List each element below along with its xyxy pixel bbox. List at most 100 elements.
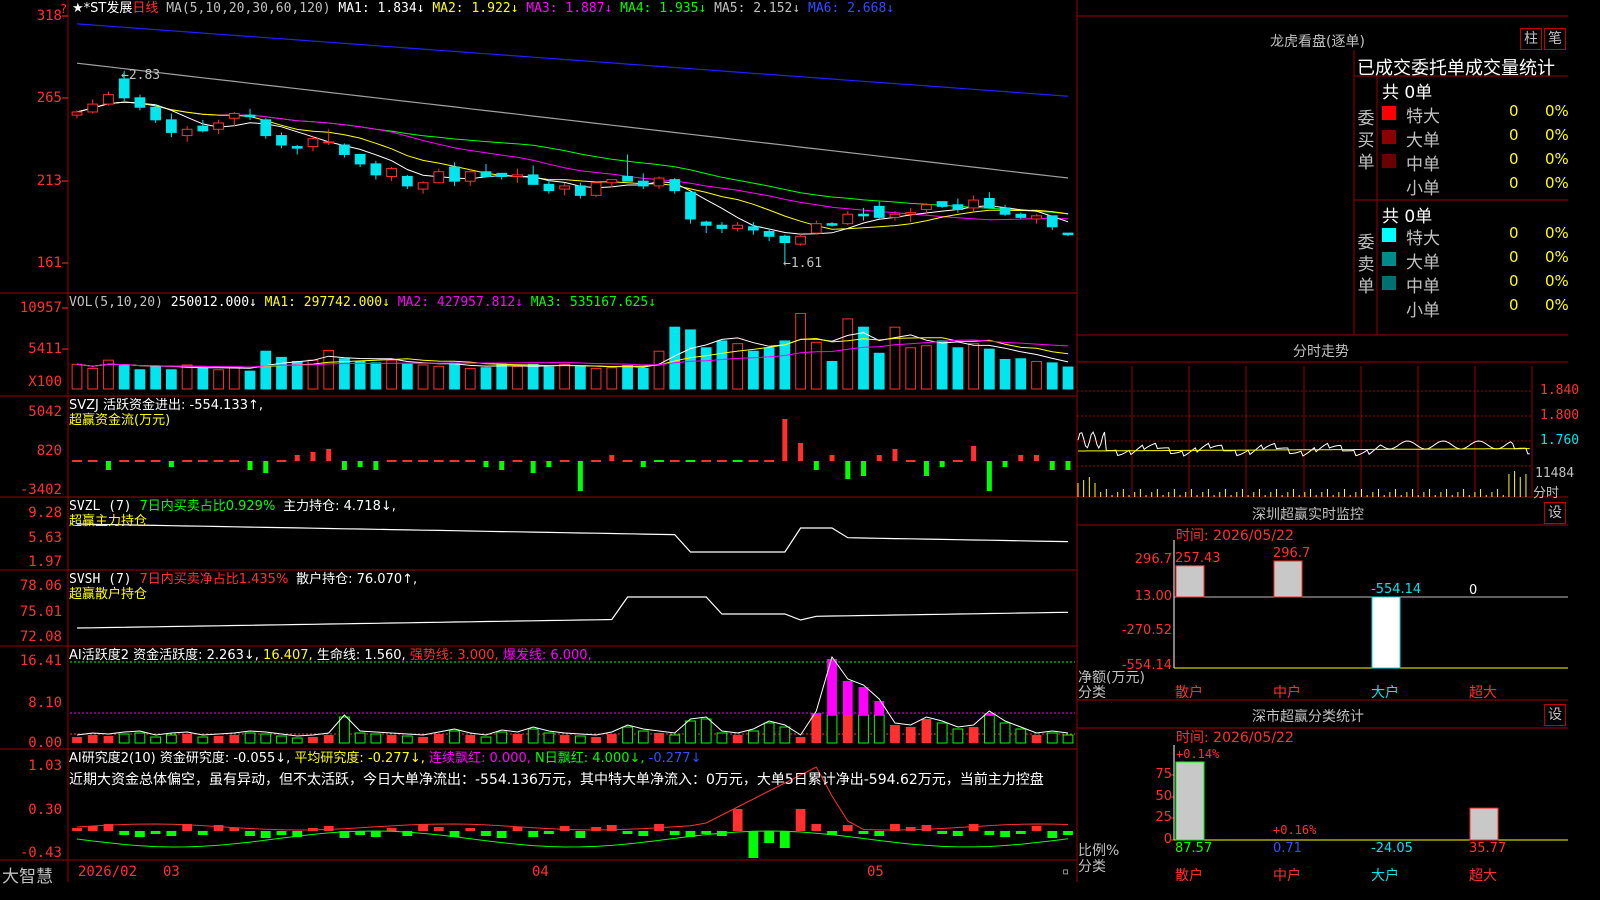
sz-monitor-settings-button[interactable]: 设 (1544, 502, 1566, 524)
volume-bar-up (213, 369, 224, 390)
research-bar (638, 831, 649, 836)
volume-bar-down (134, 369, 146, 390)
candle-down (354, 153, 366, 165)
candle-up (213, 122, 224, 130)
candle-down (134, 97, 146, 108)
svzl-axis-label: 9.28 (28, 505, 62, 521)
activity-bar-down (197, 736, 209, 744)
buy-row-3-label: 小单 (1406, 179, 1440, 199)
volume-bar-down (716, 340, 728, 390)
volume-bar-up (433, 365, 445, 390)
candle-up (417, 182, 429, 190)
sz-monitor-axis-label: 296.7 (1134, 552, 1172, 567)
volume-bar-up (905, 347, 917, 390)
sz-monitor-title: 深圳超赢实时监控 (1252, 507, 1364, 523)
price-axis-label: 265 (36, 90, 62, 106)
buy-row-1-label: 大单 (1406, 131, 1440, 151)
ai-research-b: 资金研究度: -0.055↓, (159, 751, 291, 766)
volume-bar-up (71, 363, 83, 390)
svzj-axis-label: -3402 (19, 482, 62, 498)
activity-bar-down (150, 736, 162, 744)
price-legend: ★*ST发展日线 MA(5,10,20,30,60,120) MA1: 1.83… (72, 1, 894, 16)
candle-up (732, 224, 744, 229)
volume-bar-down (370, 362, 382, 390)
ai-research-f: -0.277↓ (648, 751, 702, 766)
candle-down (150, 106, 162, 121)
main-chart-svg[interactable] (0, 0, 1568, 882)
activity-bar-down (936, 722, 948, 744)
sell-row-2-label: 中单 (1406, 277, 1440, 297)
svsh-axis-label: 72.08 (19, 629, 62, 645)
candle-up (606, 179, 618, 184)
activity-bar-up (559, 735, 570, 743)
research-bar (119, 831, 130, 835)
research-bar (1000, 831, 1010, 837)
volume-bar-up (968, 343, 979, 390)
ai-active-e: 强势线: 3.000, (409, 648, 499, 663)
sz-monitor-bar (1371, 596, 1401, 669)
research-bar (323, 826, 334, 831)
stock-name[interactable]: ★*ST发展 (72, 1, 132, 16)
sz-classify-title: 深市超赢分类统计 (1252, 709, 1364, 725)
price-axis-label: 213 (36, 173, 62, 189)
activity-line (76, 655, 1069, 737)
research-bar (433, 827, 444, 831)
candle-up (968, 199, 979, 209)
research-bar (544, 831, 554, 834)
candle-down (401, 175, 413, 187)
volume-bar-up (889, 326, 901, 390)
candle-down (858, 213, 869, 217)
bar-mode-button[interactable]: 柱 (1520, 28, 1542, 50)
activity-bar-down (291, 737, 303, 744)
sz-monitor-xlabel: 分类 (1078, 685, 1106, 701)
candle-down (543, 183, 555, 192)
research-bar (921, 825, 932, 831)
candle-down (370, 163, 382, 176)
candle-down (826, 223, 838, 226)
sell-row-2-pct: 0% (1545, 272, 1569, 290)
sz-classify-xlabel: 分类 (1078, 859, 1106, 875)
dragon-tiger-title: 龙虎看盘(逐单) (1270, 34, 1365, 50)
high-annotation: ←2.83 (121, 68, 161, 83)
candle-up (559, 185, 571, 190)
research-bar (496, 831, 507, 838)
sz-classify-settings-button[interactable]: 设 (1544, 704, 1566, 726)
svzj-bar (546, 461, 552, 467)
research-bar (150, 831, 161, 834)
activity-bar-down (543, 732, 555, 744)
intraday-axis-1: 1.840 (1540, 383, 1580, 398)
activity-bar-down (1062, 734, 1074, 744)
buy-row-2-label: 中单 (1406, 155, 1440, 175)
research-bar (386, 828, 397, 831)
candle-down (669, 179, 681, 192)
activity-bar-down (1046, 732, 1058, 744)
activity-bar-down (276, 735, 287, 744)
activity-bar-down (480, 736, 492, 744)
svzj-bar (923, 461, 929, 476)
svsh-b: 7日内买卖净占比1.435% (139, 572, 289, 587)
sell-row-0-pct: 0% (1545, 224, 1569, 242)
svzj-bar (640, 461, 646, 467)
svzj-bar (1018, 455, 1024, 461)
sz-classify-axis-label: 0 (1163, 832, 1172, 847)
sz-monitor-category: 超大 (1469, 685, 1497, 701)
intraday-vol-label: 11484 (1535, 466, 1575, 481)
candle-up (433, 171, 445, 184)
sell-row-3-pct: 0% (1545, 296, 1569, 314)
ai-active-d: 生命线: 1.560, (316, 648, 406, 663)
activity-bar-down (166, 734, 177, 744)
period-label[interactable]: 日线 (132, 1, 158, 16)
volume-bar-down (637, 367, 649, 390)
volume-unit-label: X100 (28, 374, 62, 390)
tick-mode-button[interactable]: 笔 (1544, 28, 1566, 50)
lock-icon[interactable]: ▫ (1062, 864, 1069, 878)
buy-row-1-value: 0 (1509, 126, 1519, 144)
svzj-bar (1049, 461, 1055, 470)
high-annotation-value: 2.83 (128, 68, 161, 83)
sz-monitor-value-label: 0 (1469, 583, 1478, 598)
svzj-bar (1034, 455, 1040, 461)
research-bar (528, 831, 539, 837)
sz-classify-category: 超大 (1469, 868, 1497, 884)
activity-bar-down (622, 726, 633, 744)
svzj-bar (373, 461, 379, 470)
